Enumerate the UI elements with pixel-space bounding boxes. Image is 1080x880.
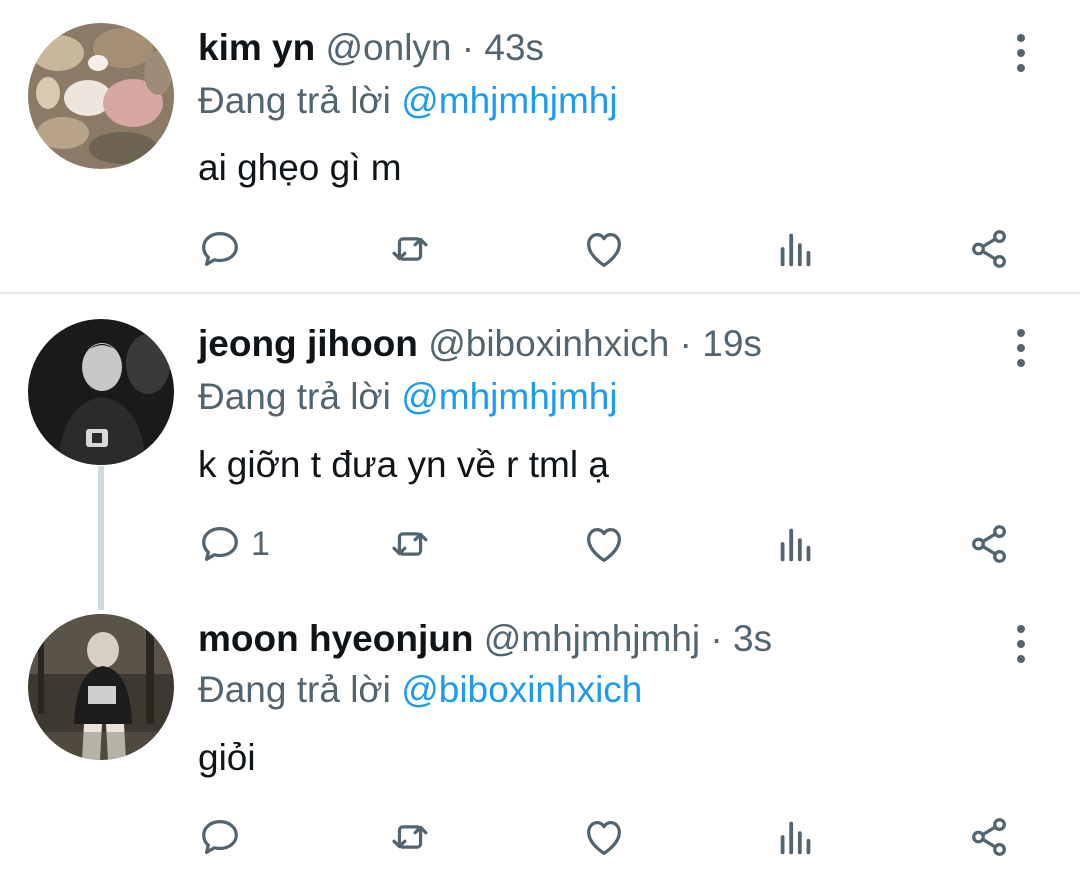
timestamp[interactable]: 43s [484, 27, 544, 68]
share-icon [972, 230, 1006, 268]
tweet-text: giỏi [198, 737, 256, 778]
tweet-moon-hyeonjun[interactable]: moon hyeonjun @mhjmhjmhj · 3s Đang trả l… [0, 594, 1080, 880]
replying-prefix: Đang trả lời [198, 376, 391, 417]
replying-to: Đang trả lời @biboxinhxich [198, 665, 642, 715]
separator: · [710, 618, 723, 659]
share-button[interactable] [966, 519, 1012, 569]
tweet-header: moon hyeonjun @mhjmhjmhj · 3s [198, 614, 772, 664]
retweet-icon [392, 825, 428, 849]
timestamp[interactable]: 3s [733, 618, 772, 659]
reply-button[interactable]: 1 [197, 519, 270, 569]
user-handle[interactable]: @biboxinhxich [428, 323, 669, 364]
tweet-jeong-jihoon[interactable]: jeong jihoon @biboxinhxich · 19s Đang tr… [0, 294, 1080, 604]
retweet-button[interactable] [387, 519, 433, 569]
analytics-icon [780, 528, 811, 562]
reply-count: 1 [251, 524, 270, 563]
tweet-text: k giỡn t đưa yn về r tml ạ [198, 444, 609, 485]
action-bar: 1 [0, 519, 1080, 569]
like-icon [587, 232, 621, 267]
share-icon [972, 525, 1006, 563]
avatar-image [28, 614, 174, 760]
reply-icon [202, 527, 238, 561]
tweet-header: kim yn @onlyn · 43s [198, 23, 544, 73]
timestamp[interactable]: 19s [702, 323, 762, 364]
reply-icon [202, 232, 238, 266]
like-button[interactable] [581, 812, 627, 862]
display-name[interactable]: jeong jihoon [198, 323, 418, 364]
user-handle[interactable]: @mhjmhjmhj [484, 618, 700, 659]
mention-link[interactable]: @biboxinhxich [401, 669, 642, 710]
share-button[interactable] [966, 812, 1012, 862]
avatar-image [28, 319, 174, 465]
display-name[interactable]: kim yn [198, 27, 315, 68]
retweet-button[interactable] [387, 812, 433, 862]
like-button[interactable] [581, 519, 627, 569]
like-icon [587, 527, 621, 562]
analytics-button[interactable] [773, 224, 819, 274]
share-icon [972, 818, 1006, 856]
avatar-image [28, 23, 174, 169]
tweet-kim-yn[interactable]: kim yn @onlyn · 43s Đang trả lời @mhjmhj… [0, 0, 1080, 292]
analytics-icon [780, 233, 811, 267]
retweet-icon [392, 532, 428, 556]
analytics-button[interactable] [773, 519, 819, 569]
analytics-button[interactable] [773, 812, 819, 862]
action-bar [0, 224, 1080, 274]
retweet-button[interactable] [387, 224, 433, 274]
more-icon[interactable] [1006, 622, 1036, 666]
action-bar [0, 812, 1080, 862]
reply-icon [202, 820, 238, 854]
avatar[interactable] [28, 614, 174, 760]
replying-prefix: Đang trả lời [198, 80, 391, 121]
analytics-icon [780, 821, 811, 855]
mention-link[interactable]: @mhjmhjmhj [401, 80, 617, 121]
tweet-text: ai ghẹo gì m [198, 147, 402, 188]
user-handle[interactable]: @onlyn [326, 27, 452, 68]
avatar[interactable] [28, 319, 174, 465]
tweet-header: jeong jihoon @biboxinhxich · 19s [198, 319, 762, 369]
more-icon[interactable] [1006, 31, 1036, 75]
avatar[interactable] [28, 23, 174, 169]
display-name[interactable]: moon hyeonjun [198, 618, 473, 659]
reply-button[interactable] [197, 224, 251, 274]
like-icon [587, 820, 621, 855]
share-button[interactable] [966, 224, 1012, 274]
replying-to: Đang trả lời @mhjmhjmhj [198, 372, 618, 422]
like-button[interactable] [581, 224, 627, 274]
mention-link[interactable]: @mhjmhjmhj [401, 376, 617, 417]
more-icon[interactable] [1006, 326, 1036, 370]
separator: · [679, 323, 692, 364]
replying-to: Đang trả lời @mhjmhjmhj [198, 76, 618, 126]
retweet-icon [392, 237, 428, 261]
reply-button[interactable] [197, 812, 251, 862]
replying-prefix: Đang trả lời [198, 669, 391, 710]
separator: · [461, 27, 475, 68]
